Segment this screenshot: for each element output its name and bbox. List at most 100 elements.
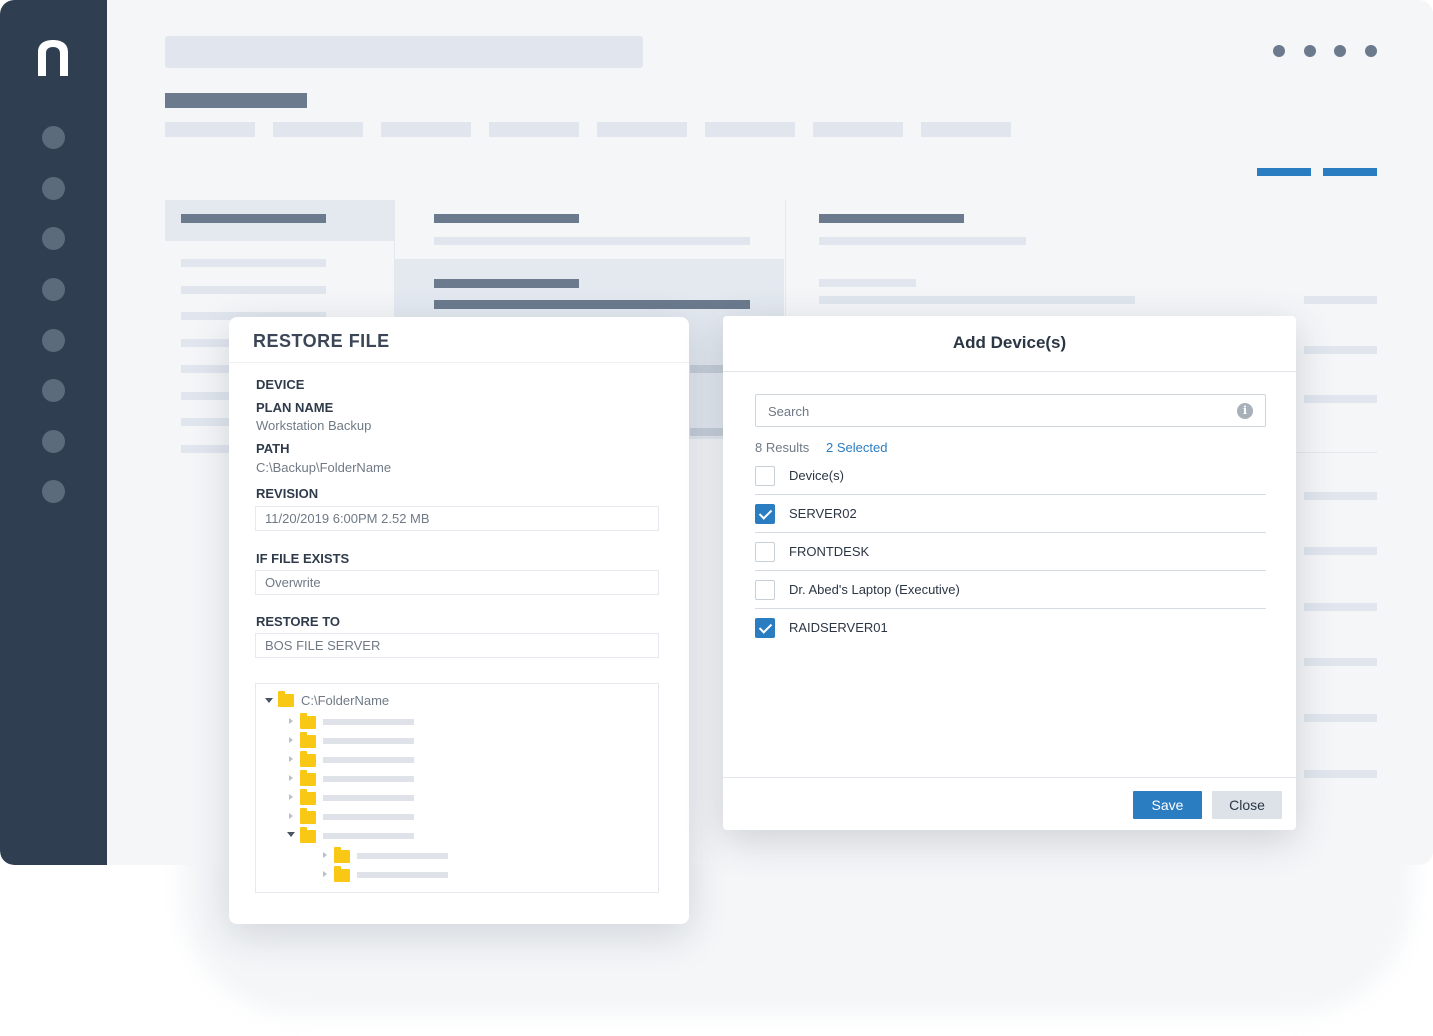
detail-line — [819, 279, 916, 287]
chevron-right-icon[interactable] — [323, 852, 327, 858]
detail-value — [1304, 492, 1377, 500]
more-menu-dot-2[interactable] — [1304, 45, 1316, 57]
sidebar-nav-icon-5[interactable] — [42, 329, 65, 352]
tree-item[interactable] — [357, 872, 448, 878]
tree-item[interactable] — [323, 833, 414, 839]
selected-count-link[interactable]: 2 Selected — [826, 440, 887, 455]
sidebar-nav-icon-3[interactable] — [42, 227, 65, 250]
save-button[interactable]: Save — [1133, 791, 1202, 819]
list-col-2-row-line — [690, 428, 723, 436]
chevron-down-icon[interactable] — [287, 832, 295, 837]
folder-icon — [278, 691, 294, 707]
tab-placeholder-3[interactable] — [381, 122, 471, 137]
sidebar — [0, 0, 107, 865]
tab-placeholder-5[interactable] — [597, 122, 687, 137]
device-row-frontdesk[interactable]: FRONTDESK — [755, 533, 1266, 571]
folder-icon — [334, 847, 350, 863]
results-count: 8 Results — [755, 440, 810, 455]
detail-line — [819, 296, 1135, 304]
tree-item[interactable] — [357, 853, 448, 859]
sidebar-nav-icon-7[interactable] — [42, 430, 65, 453]
detail-value — [1304, 770, 1377, 778]
chevron-right-icon[interactable] — [289, 737, 293, 743]
close-button[interactable]: Close — [1212, 791, 1282, 819]
search-input[interactable] — [768, 401, 1228, 421]
chevron-right-icon[interactable] — [289, 813, 293, 819]
select-all-checkbox[interactable] — [755, 466, 775, 486]
detail-divider — [1296, 452, 1377, 453]
tab-placeholder-2[interactable] — [273, 122, 363, 137]
restore-to-select[interactable]: BOS FILE SERVER — [255, 633, 659, 658]
device-row-laptop[interactable]: Dr. Abed's Laptop (Executive) — [755, 571, 1266, 609]
tree-item[interactable] — [323, 738, 414, 744]
sidebar-nav-icon-1[interactable] — [42, 126, 65, 149]
detail-title — [819, 214, 964, 223]
list-col-2-row-line — [690, 365, 723, 373]
folder-icon — [300, 732, 316, 748]
if-file-exists-select[interactable]: Overwrite — [255, 570, 659, 595]
device-checkbox-frontdesk[interactable] — [755, 542, 775, 562]
list-item — [181, 286, 326, 294]
device-label: Dr. Abed's Laptop (Executive) — [789, 582, 960, 597]
more-menu-dot-1[interactable] — [1273, 45, 1285, 57]
add-devices-title: Add Device(s) — [952, 333, 1067, 352]
detail-value — [1304, 714, 1377, 722]
tree-item[interactable] — [323, 757, 414, 763]
sidebar-nav-icon-6[interactable] — [42, 379, 65, 402]
folder-tree: C:\FolderName — [255, 683, 659, 893]
tab-placeholder-1[interactable] — [165, 122, 255, 137]
device-header-row[interactable]: Device(s) — [755, 457, 1266, 495]
folder-icon — [300, 827, 316, 843]
chevron-down-icon[interactable] — [265, 698, 273, 703]
folder-icon — [300, 770, 316, 786]
tab-placeholder-4[interactable] — [489, 122, 579, 137]
chevron-right-icon[interactable] — [289, 756, 293, 762]
n-logo-icon[interactable] — [36, 38, 70, 78]
sidebar-nav-icon-8[interactable] — [42, 480, 65, 503]
tree-item[interactable] — [323, 814, 414, 820]
tab-placeholder-6[interactable] — [705, 122, 795, 137]
restore-file-header: RESTORE FILE — [229, 317, 689, 363]
tree-item[interactable] — [323, 795, 414, 801]
tree-item[interactable] — [323, 776, 414, 782]
list-item — [181, 259, 326, 267]
revision-select[interactable]: 11/20/2019 6:00PM 2.52 MB — [255, 506, 659, 531]
chevron-right-icon[interactable] — [289, 718, 293, 724]
device-row-raidserver01[interactable]: RAIDSERVER01 — [755, 609, 1266, 647]
chevron-right-icon[interactable] — [289, 794, 293, 800]
more-menu-dot-4[interactable] — [1365, 45, 1377, 57]
restore-to-label: RESTORE TO — [256, 614, 341, 629]
path-label: PATH — [256, 441, 290, 456]
sidebar-nav-icon-2[interactable] — [42, 177, 65, 200]
path-value: C:\Backup\FolderName — [256, 460, 392, 475]
folder-icon — [300, 751, 316, 767]
revision-value: 11/20/2019 6:00PM 2.52 MB — [265, 511, 430, 526]
detail-subtitle — [819, 237, 1026, 245]
device-row-server02[interactable]: SERVER02 — [755, 495, 1266, 533]
tree-item[interactable] — [323, 719, 414, 725]
device-checkbox-server02[interactable] — [755, 504, 775, 524]
search-bar-placeholder[interactable] — [165, 36, 643, 68]
action-link-placeholder-1[interactable] — [1257, 168, 1311, 176]
plan-name-value: Workstation Backup — [256, 418, 372, 433]
search-box[interactable]: i — [755, 394, 1266, 427]
tab-placeholder-8[interactable] — [921, 122, 1011, 137]
chevron-right-icon[interactable] — [289, 775, 293, 781]
tab-placeholder-7[interactable] — [813, 122, 903, 137]
add-devices-footer: Save Close — [723, 777, 1296, 830]
more-menu-dot-3[interactable] — [1334, 45, 1346, 57]
action-link-placeholder-2[interactable] — [1323, 168, 1377, 176]
sidebar-nav-icon-4[interactable] — [42, 278, 65, 301]
restore-to-value: BOS FILE SERVER — [265, 638, 381, 653]
list-col-1-title — [181, 214, 326, 223]
detail-value — [1304, 658, 1377, 666]
device-label: DEVICE — [256, 377, 305, 392]
info-icon[interactable]: i — [1237, 403, 1253, 419]
detail-value — [1304, 547, 1377, 555]
detail-value — [1304, 296, 1377, 304]
folder-icon — [300, 808, 316, 824]
device-checkbox-raidserver01[interactable] — [755, 618, 775, 638]
device-checkbox-laptop[interactable] — [755, 580, 775, 600]
tree-root-label[interactable]: C:\FolderName — [301, 693, 389, 708]
chevron-right-icon[interactable] — [323, 871, 327, 877]
